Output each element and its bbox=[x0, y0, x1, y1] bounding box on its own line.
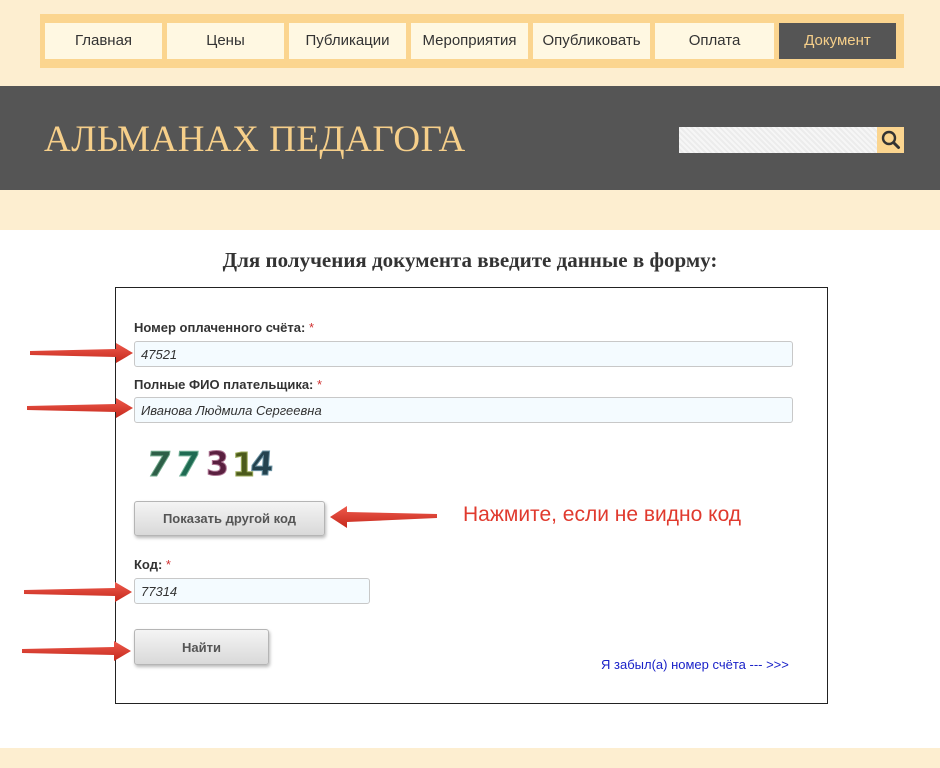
nav-item-home[interactable]: Главная bbox=[45, 23, 162, 59]
captcha-char: 7 bbox=[148, 445, 174, 484]
search-icon bbox=[881, 130, 900, 149]
search-input[interactable] bbox=[679, 127, 877, 153]
captcha-char: 7 bbox=[174, 445, 202, 484]
site-title[interactable]: АЛЬМАНАХ ПЕДАГОГА bbox=[44, 118, 466, 161]
captcha-image: 7 7 3 1 4 bbox=[144, 444, 298, 489]
page-heading: Для получения документа введите данные в… bbox=[222, 248, 718, 272]
code-label: Код: * bbox=[134, 557, 171, 572]
nav-item-publish[interactable]: Опубликовать bbox=[533, 23, 650, 59]
forgot-invoice-link[interactable]: Я забыл(а) номер счёта --- >>> bbox=[601, 657, 789, 672]
captcha-char: 4 bbox=[249, 444, 275, 483]
code-input[interactable] bbox=[134, 578, 370, 604]
required-mark: * bbox=[317, 377, 323, 392]
nav-item-prices[interactable]: Цены bbox=[167, 23, 284, 59]
nav-item-events[interactable]: Мероприятия bbox=[411, 23, 528, 59]
main-nav: Главная Цены Публикации Мероприятия Опуб… bbox=[40, 14, 904, 68]
annotation-hint: Нажмите, если не видно код bbox=[463, 503, 742, 526]
find-button[interactable]: Найти bbox=[134, 629, 269, 665]
required-mark: * bbox=[165, 557, 171, 572]
required-mark: * bbox=[308, 320, 315, 335]
invoice-number-label: Номер оплаченного счёта: * bbox=[134, 320, 315, 335]
show-other-code-button[interactable]: Показать другой код bbox=[134, 501, 325, 536]
captcha-char: 3 bbox=[206, 444, 229, 483]
nav-item-payment[interactable]: Оплата bbox=[655, 23, 774, 59]
payer-name-input[interactable] bbox=[134, 397, 793, 423]
nav-item-document[interactable]: Документ bbox=[779, 23, 896, 59]
nav-item-publications[interactable]: Публикации bbox=[289, 23, 406, 59]
payer-name-label: Полные ФИО плательщика: * bbox=[134, 377, 323, 392]
sub-band bbox=[0, 190, 940, 230]
invoice-number-input[interactable] bbox=[134, 341, 793, 367]
search-button[interactable] bbox=[877, 127, 904, 153]
bottom-band bbox=[0, 748, 940, 768]
